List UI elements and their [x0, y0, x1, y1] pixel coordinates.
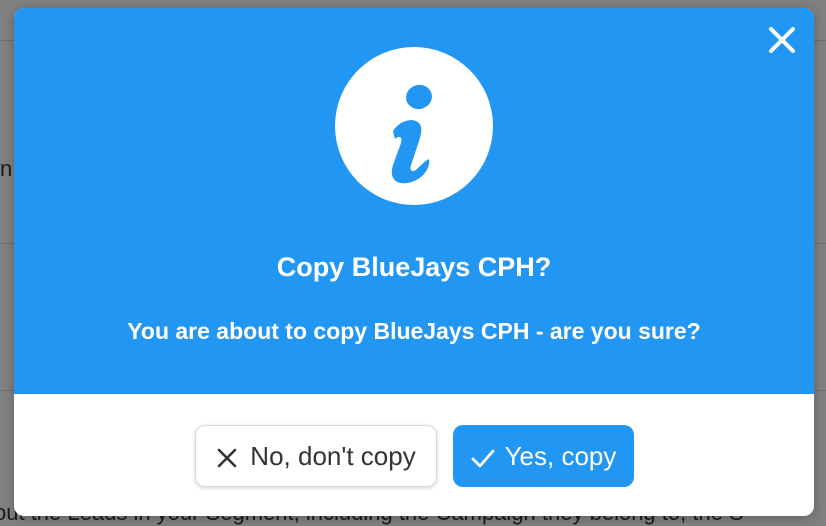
cancel-button[interactable]: No, don't copy	[195, 425, 437, 487]
dialog-message: You are about to copy BlueJays CPH - are…	[127, 318, 701, 344]
info-icon	[335, 47, 493, 205]
confirm-button-label: Yes, copy	[504, 440, 617, 471]
check-icon	[471, 445, 494, 468]
close-icon[interactable]	[766, 24, 798, 56]
dialog-header: Copy BlueJays CPH? You are about to copy…	[14, 8, 814, 394]
cancel-button-label: No, don't copy	[250, 440, 416, 471]
confirm-dialog: Copy BlueJays CPH? You are about to copy…	[14, 8, 814, 516]
background-text: n	[0, 156, 13, 181]
confirm-button[interactable]: Yes, copy	[453, 425, 634, 487]
x-icon	[216, 445, 238, 468]
dialog-title: Copy BlueJays CPH?	[276, 252, 552, 282]
